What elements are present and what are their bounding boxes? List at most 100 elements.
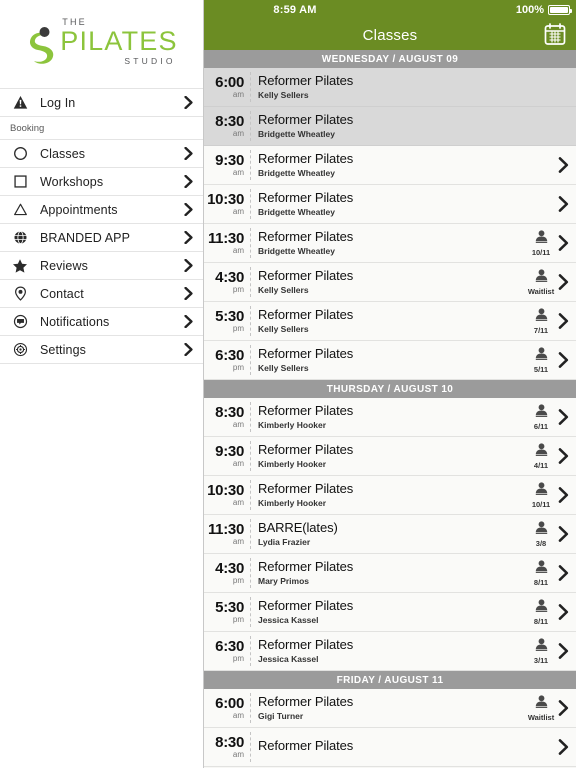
class-row[interactable]: 4:30 pm Reformer Pilates Kelly Sellers Waitl… — [204, 263, 576, 302]
class-time: 6:00 am — [204, 75, 250, 99]
class-row[interactable]: 5:30 pm Reformer Pilates Kelly Sellers 7/11 — [204, 302, 576, 341]
day-header: WEDNESDAY / AUGUST 09 — [204, 50, 576, 68]
sidebar-item-label: Reviews — [40, 258, 88, 273]
class-schedule-list[interactable]: WEDNESDAY / AUGUST 09 6:00 am Reformer Pila… — [204, 50, 576, 768]
class-row[interactable]: 6:00 am Reformer Pilates Gigi Turner Waitlis… — [204, 689, 576, 728]
class-info: Reformer Pilates Kimberly Hooker — [251, 481, 528, 509]
class-instructor: Kelly Sellers — [258, 89, 309, 100]
class-info: Reformer Pilates Bridgette Wheatley — [251, 189, 558, 218]
sidebar-item-contact[interactable]: Contact — [0, 279, 203, 307]
attendee-indicator: 3/11 — [528, 637, 554, 665]
gear-icon — [0, 342, 40, 357]
class-info: Reformer Pilates Bridgette Wheatley — [251, 228, 528, 257]
chevron-right-icon[interactable] — [558, 739, 569, 755]
class-instructor: Bridgette Wheatley — [258, 167, 335, 178]
warning-triangle-icon — [0, 95, 40, 110]
sidebar-item-appointments[interactable]: Appointments — [0, 195, 203, 223]
class-row[interactable]: 10:30 am Reformer Pilates Bridgette Wheatle… — [204, 185, 576, 224]
class-time-ampm: pm — [232, 615, 244, 624]
person-icon — [534, 694, 549, 713]
chevron-right-icon[interactable] — [558, 700, 569, 716]
class-name: Reformer Pilates — [258, 189, 354, 205]
attendee-indicator: Waitlist — [528, 694, 554, 722]
chevron-right-icon[interactable] — [558, 409, 569, 425]
chevron-right-icon[interactable] — [558, 313, 569, 329]
logo-main: PILATES — [60, 25, 178, 56]
class-name: Reformer Pilates — [258, 441, 354, 457]
chevron-right-icon — [177, 147, 193, 160]
class-time: 8:30 am — [204, 405, 250, 429]
day-header: FRIDAY / AUGUST 11 — [204, 671, 576, 689]
class-row[interactable]: 4:30 pm Reformer Pilates Mary Primos 8/11 — [204, 554, 576, 593]
class-time: 10:30 am — [204, 192, 250, 216]
class-time-ampm: am — [232, 168, 244, 177]
class-instructor: Kelly Sellers — [258, 284, 309, 295]
attendee-indicator: 6/11 — [528, 403, 554, 431]
class-name: Reformer Pilates — [258, 267, 354, 283]
chevron-right-icon[interactable] — [558, 235, 569, 251]
class-row[interactable]: 11:30 am BARRE(lates) Lydia Frazier 3/8 — [204, 515, 576, 554]
chevron-right-icon[interactable] — [558, 274, 569, 290]
class-time-value: 8:30 — [215, 404, 244, 421]
class-time-value: 10:30 — [207, 482, 244, 499]
class-row[interactable]: 10:30 am Reformer Pilates Kimberly Hooker 10… — [204, 476, 576, 515]
chevron-right-icon[interactable] — [558, 487, 569, 503]
class-time: 5:30 pm — [204, 309, 250, 333]
class-info: Reformer Pilates Kelly Sellers — [251, 346, 528, 374]
class-time-value: 11:30 — [207, 230, 244, 247]
sidebar-item-login[interactable]: Log In — [0, 88, 203, 116]
chevron-right-icon[interactable] — [558, 526, 569, 542]
class-name: Reformer Pilates — [258, 306, 354, 322]
class-row[interactable]: 8:30 am Reformer Pilates Bridgette Wheatley — [204, 107, 576, 146]
sidebar-item-label: Contact — [40, 286, 84, 301]
class-info: Reformer Pilates Jessica Kassel — [251, 637, 528, 665]
attendee-count: Waitlist — [527, 287, 555, 297]
chevron-right-icon[interactable] — [558, 448, 569, 464]
class-time-ampm: am — [232, 750, 244, 759]
sidebar-item-workshops[interactable]: Workshops — [0, 167, 203, 195]
class-row[interactable]: 6:30 pm Reformer Pilates Jessica Kassel 3/11 — [204, 632, 576, 671]
class-time-ampm: pm — [232, 285, 244, 294]
class-time: 5:30 pm — [204, 600, 250, 624]
class-name: Reformer Pilates — [258, 228, 354, 244]
sidebar-item-branded-app[interactable]: BRANDED APP — [0, 223, 203, 251]
chevron-right-icon[interactable] — [558, 196, 569, 212]
chevron-right-icon — [177, 343, 193, 356]
star-icon — [0, 258, 40, 274]
class-time: 10:30 am — [204, 483, 250, 507]
class-time-ampm: pm — [232, 363, 244, 372]
class-name: Reformer Pilates — [258, 111, 354, 127]
chevron-right-icon[interactable] — [558, 643, 569, 659]
class-row[interactable]: 9:30 am Reformer Pilates Bridgette Wheatley — [204, 146, 576, 185]
page-title: Classes — [362, 26, 418, 44]
class-row[interactable]: 11:30 am Reformer Pilates Bridgette Wheatle… — [204, 224, 576, 263]
chevron-right-icon[interactable] — [558, 352, 569, 368]
person-icon — [534, 559, 549, 578]
class-row[interactable]: 9:30 am Reformer Pilates Kimberly Hooker 4/1… — [204, 437, 576, 476]
sidebar-item-reviews[interactable]: Reviews — [0, 251, 203, 279]
status-clock: 8:59 AM — [273, 4, 317, 16]
chevron-right-icon[interactable] — [558, 604, 569, 620]
attendee-count: 5/11 — [533, 365, 549, 375]
class-row[interactable]: 6:30 pm Reformer Pilates Kelly Sellers 5/11 — [204, 341, 576, 380]
chevron-right-icon — [177, 259, 193, 272]
chevron-right-icon[interactable] — [558, 157, 569, 173]
sidebar-item-classes[interactable]: Classes — [0, 139, 203, 167]
class-time-ampm: am — [232, 246, 244, 255]
class-time-ampm: am — [232, 537, 244, 546]
class-time-ampm: pm — [232, 324, 244, 333]
calendar-icon[interactable] — [542, 21, 568, 47]
class-info: Reformer Pilates Bridgette Wheatley — [251, 111, 569, 140]
class-row[interactable]: 8:30 am Reformer Pilates Kimberly Hooker 6/1… — [204, 398, 576, 437]
class-info: Reformer Pilates Kimberly Hooker — [251, 441, 528, 470]
chevron-right-icon[interactable] — [558, 565, 569, 581]
sidebar-item-settings[interactable]: Settings — [0, 335, 203, 363]
class-row[interactable]: 6:00 am Reformer Pilates Kelly Sellers — [204, 68, 576, 107]
class-row[interactable]: 5:30 pm Reformer Pilates Jessica Kassel 8/11 — [204, 593, 576, 632]
sidebar-item-notifications[interactable]: Notifications — [0, 307, 203, 335]
sidebar-nav: Log In Booking Classes Workshops Appoint… — [0, 88, 203, 768]
class-row[interactable]: 8:30 am Reformer Pilates — [204, 728, 576, 767]
class-time: 11:30 am — [204, 231, 250, 255]
attendee-count: 10/11 — [531, 248, 551, 258]
class-info: Reformer Pilates Mary Primos — [251, 559, 528, 587]
